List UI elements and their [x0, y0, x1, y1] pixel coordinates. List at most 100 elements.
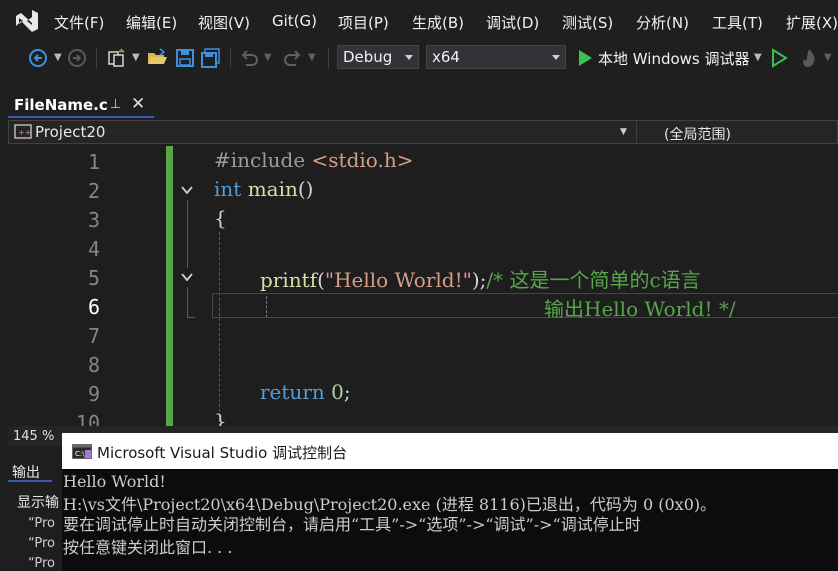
collapse-chevron-icon[interactable] — [180, 270, 194, 284]
start-debugging-button[interactable]: 本地 Windows 调试器 — [598, 48, 750, 69]
change-indicator-bar — [166, 146, 173, 426]
fold-guide-end — [187, 317, 195, 318]
include-header: <stdio.h> — [311, 148, 414, 172]
keyword: int — [214, 177, 242, 201]
close-tab-icon[interactable]: ✕ — [131, 94, 145, 114]
punctuation: ; — [343, 380, 351, 404]
visual-studio-logo-icon[interactable] — [14, 8, 40, 34]
line-number: 9 — [87, 382, 100, 406]
line-number: 7 — [87, 324, 100, 348]
navbar-divider — [636, 121, 637, 143]
pin-tab-icon[interactable]: ⊥ — [110, 97, 121, 112]
output-line: “Pro — [28, 536, 55, 551]
chevron-down-icon — [405, 55, 413, 60]
current-line-number: 6 — [87, 295, 100, 319]
preprocessor-directive: #include — [214, 148, 306, 172]
menu-analyze[interactable]: 分析(N) — [636, 12, 689, 33]
undo-icon[interactable] — [238, 47, 260, 69]
hot-reload-dropdown-icon[interactable]: ▼ — [824, 52, 832, 63]
output-line: “Pro — [28, 556, 55, 571]
menu-view[interactable]: 视图(V) — [198, 12, 250, 33]
menu-git[interactable]: Git(G) — [272, 12, 317, 30]
code-line-5: printf("Hello World!");/* 这是一个简单的c语言 — [260, 264, 701, 293]
code-line-1: #include <stdio.h> — [214, 148, 413, 172]
save-icon[interactable] — [174, 47, 196, 69]
start-without-debugging-icon[interactable] — [768, 47, 790, 69]
redo-dropdown-icon[interactable]: ▼ — [308, 52, 316, 63]
keyword: return — [260, 380, 325, 404]
console-app-icon: C:\ — [72, 444, 92, 459]
undo-dropdown-icon[interactable]: ▼ — [264, 52, 272, 63]
comment: /* 这是一个简单的c语言 — [486, 268, 701, 292]
scope-select[interactable]: (全局范围) — [664, 124, 731, 144]
redo-icon[interactable] — [282, 47, 304, 69]
start-debugging-icon[interactable] — [574, 47, 596, 69]
number-literal: 0 — [331, 380, 344, 404]
code-line-9: return 0; — [260, 380, 351, 404]
open-brace: { — [214, 206, 227, 230]
menu-edit[interactable]: 编辑(E) — [126, 12, 177, 33]
output-tab-indicator — [8, 480, 52, 482]
project-icon: ++ — [14, 124, 32, 139]
chevron-down-icon — [552, 55, 560, 60]
new-item-icon[interactable] — [106, 47, 128, 69]
function-name: main — [247, 177, 298, 201]
navigate-forward-icon[interactable] — [66, 47, 88, 69]
menu-file[interactable]: 文件(F) — [54, 12, 104, 33]
comment: 输出Hello World! */ — [544, 297, 736, 321]
line-number: 5 — [87, 266, 100, 290]
menu-test[interactable]: 测试(S) — [562, 12, 613, 33]
save-all-icon[interactable] — [200, 47, 222, 69]
punctuation: ( — [317, 268, 325, 292]
menu-tools[interactable]: 工具(T) — [712, 12, 763, 33]
console-output-line: Hello World! — [63, 472, 166, 491]
indent-guide — [219, 232, 220, 422]
menu-debug[interactable]: 调试(D) — [486, 12, 539, 33]
platform-value: x64 — [432, 48, 460, 66]
current-line-highlight — [212, 293, 838, 318]
output-source-label: 显示输 — [17, 495, 59, 511]
svg-text:C:\: C:\ — [75, 450, 85, 458]
menu-build[interactable]: 生成(B) — [412, 12, 464, 33]
code-line-3: { — [214, 206, 227, 230]
chevron-down-icon[interactable]: ▼ — [620, 127, 627, 137]
menu-extensions[interactable]: 扩展(X) — [786, 12, 838, 33]
function-call: printf — [260, 268, 318, 292]
debug-target-dropdown-icon[interactable]: ▼ — [754, 52, 762, 63]
open-folder-icon[interactable] — [146, 47, 168, 69]
hot-reload-icon[interactable] — [798, 47, 820, 69]
navigate-back-icon[interactable] — [28, 47, 50, 69]
configuration-select[interactable]: Debug — [337, 45, 419, 69]
fold-guide — [187, 287, 188, 317]
line-number: 2 — [87, 179, 100, 203]
line-number: 4 — [87, 237, 100, 261]
collapse-chevron-icon[interactable] — [180, 183, 194, 197]
punctuation: () — [297, 177, 314, 201]
output-tab[interactable]: 输出 — [12, 462, 40, 482]
code-line-5-wrap: 输出Hello World! */ — [544, 293, 736, 322]
project-select[interactable]: Project20 — [35, 123, 105, 141]
line-number: 8 — [87, 353, 100, 377]
menu-project[interactable]: 项目(P) — [338, 12, 389, 33]
platform-select[interactable]: x64 — [426, 45, 566, 69]
line-number: 1 — [87, 150, 100, 174]
toolbar-separator — [230, 48, 231, 68]
punctuation: ); — [471, 268, 487, 292]
toolbar-separator — [96, 48, 97, 68]
zoom-level[interactable]: 145 % — [13, 429, 54, 444]
toolbar-spacer — [0, 74, 838, 92]
code-line-2: int main() — [214, 177, 313, 201]
fold-guide — [187, 200, 188, 268]
configuration-value: Debug — [343, 48, 393, 66]
back-dropdown-icon[interactable]: ▼ — [54, 52, 62, 63]
console-output-line: 按任意键关闭此窗口. . . — [63, 538, 233, 557]
line-number: 3 — [87, 208, 100, 232]
string-literal: "Hello World!" — [324, 268, 472, 292]
console-title: Microsoft Visual Studio 调试控制台 — [97, 444, 348, 462]
console-output-line: 要在调试停止时自动关闭控制台，请启用“工具”->“选项”->“调试”->“调试停… — [63, 515, 641, 534]
output-line: “Pro — [28, 516, 55, 531]
svg-text:++: ++ — [18, 128, 31, 137]
new-item-dropdown-icon[interactable]: ▼ — [132, 52, 140, 63]
document-tab-label[interactable]: FileName.c — [14, 96, 108, 114]
toolbar-separator — [328, 48, 329, 68]
